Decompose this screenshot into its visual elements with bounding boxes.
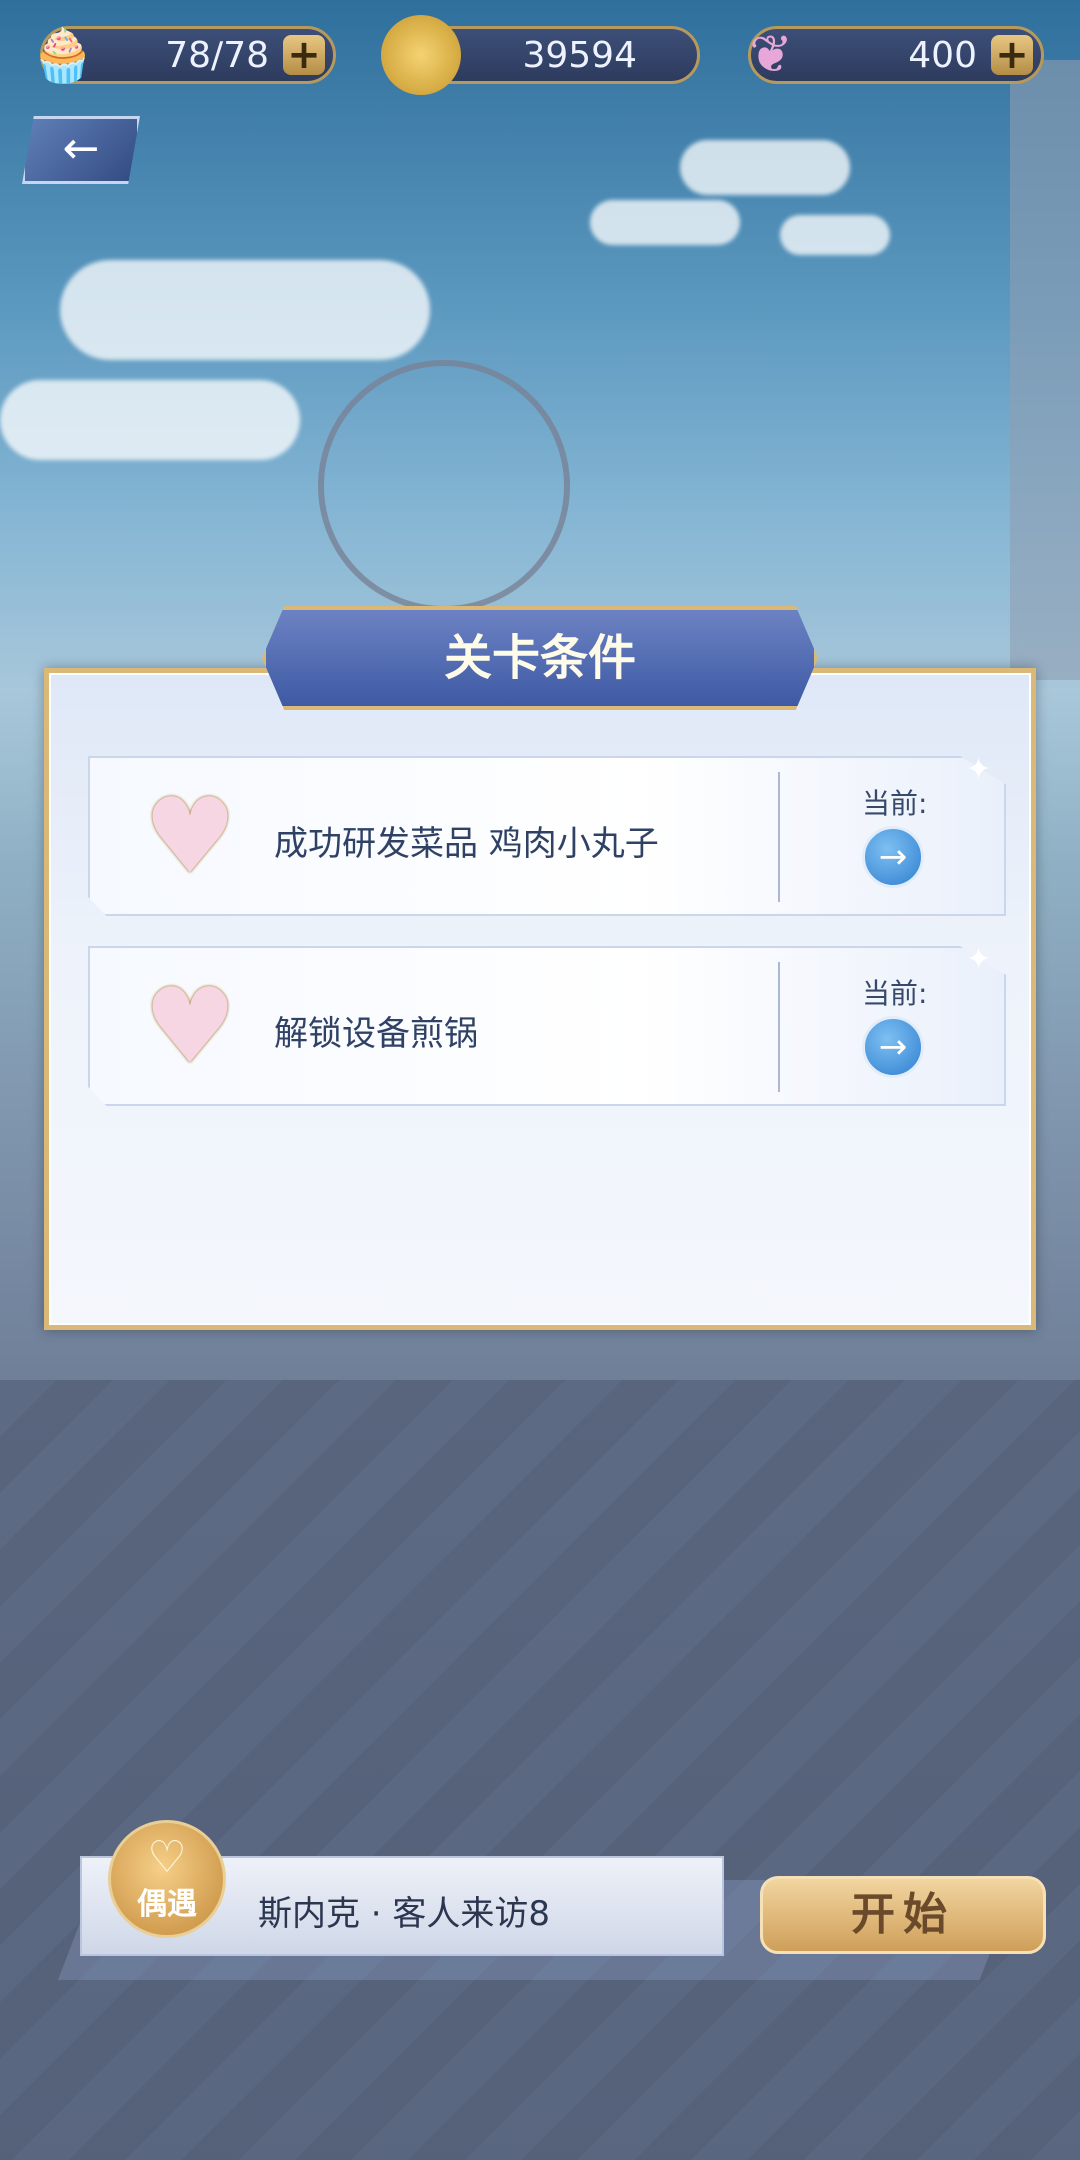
- level-name: 斯内克 · 客人来访8: [258, 1894, 551, 1934]
- cloud: [60, 260, 430, 360]
- encounter-badge: ♡ 偶遇: [108, 1820, 226, 1938]
- sparkle-icon: ✦: [966, 752, 992, 787]
- divider: [778, 962, 780, 1092]
- back-button[interactable]: ←: [22, 116, 140, 184]
- plaza-ground: [0, 1380, 1080, 2160]
- add-gems-button[interactable]: +: [991, 35, 1033, 75]
- go-button[interactable]: →: [862, 1016, 924, 1078]
- dialog-title: 关卡条件: [262, 606, 818, 710]
- cloud: [680, 140, 850, 195]
- back-arrow-icon: ←: [62, 123, 100, 174]
- gold-coin-icon: [381, 15, 461, 95]
- arrow-right-icon: →: [878, 837, 908, 877]
- heart-icon: ♥: [143, 775, 237, 897]
- resource-bar: 🧁 78/78 + 39594 ❦ 400 +: [0, 15, 1080, 95]
- current-label: 当前:: [862, 787, 928, 820]
- stamina-value: 78/78: [165, 35, 269, 76]
- tower: [1010, 60, 1080, 680]
- sparkle-icon: ✦: [966, 942, 992, 977]
- heart-icon: ♥: [143, 965, 237, 1087]
- condition-text: 成功研发菜品 鸡肉小丸子: [274, 824, 659, 864]
- arrow-right-icon: →: [878, 1027, 908, 1067]
- condition-text: 解锁设备煎锅: [274, 1014, 478, 1054]
- cloud: [0, 380, 300, 460]
- crystal-swan-icon: ❦: [749, 25, 793, 85]
- start-button[interactable]: 开始: [760, 1876, 1046, 1954]
- encounter-tag: 偶遇: [137, 1887, 197, 1922]
- condition-row: ♥ 解锁设备煎锅 当前: →: [88, 946, 1006, 1106]
- hearts-icon: ♡: [147, 1832, 187, 1883]
- condition-row: ♥ 成功研发菜品 鸡肉小丸子 当前: →: [88, 756, 1006, 916]
- gem-counter: ❦ 400 +: [748, 25, 1044, 85]
- stamina-counter: 🧁 78/78 +: [31, 26, 336, 86]
- coin-value: 39594: [522, 35, 637, 76]
- coin-counter: 39594: [381, 15, 700, 95]
- cloud: [590, 200, 740, 245]
- add-stamina-button[interactable]: +: [283, 35, 325, 75]
- ferris-wheel: [318, 360, 570, 612]
- current-label: 当前:: [862, 977, 928, 1010]
- cupcake-icon: 🧁: [30, 25, 96, 86]
- cloud: [780, 215, 890, 255]
- go-button[interactable]: →: [862, 826, 924, 888]
- divider: [778, 772, 780, 902]
- gem-value: 400: [908, 35, 977, 76]
